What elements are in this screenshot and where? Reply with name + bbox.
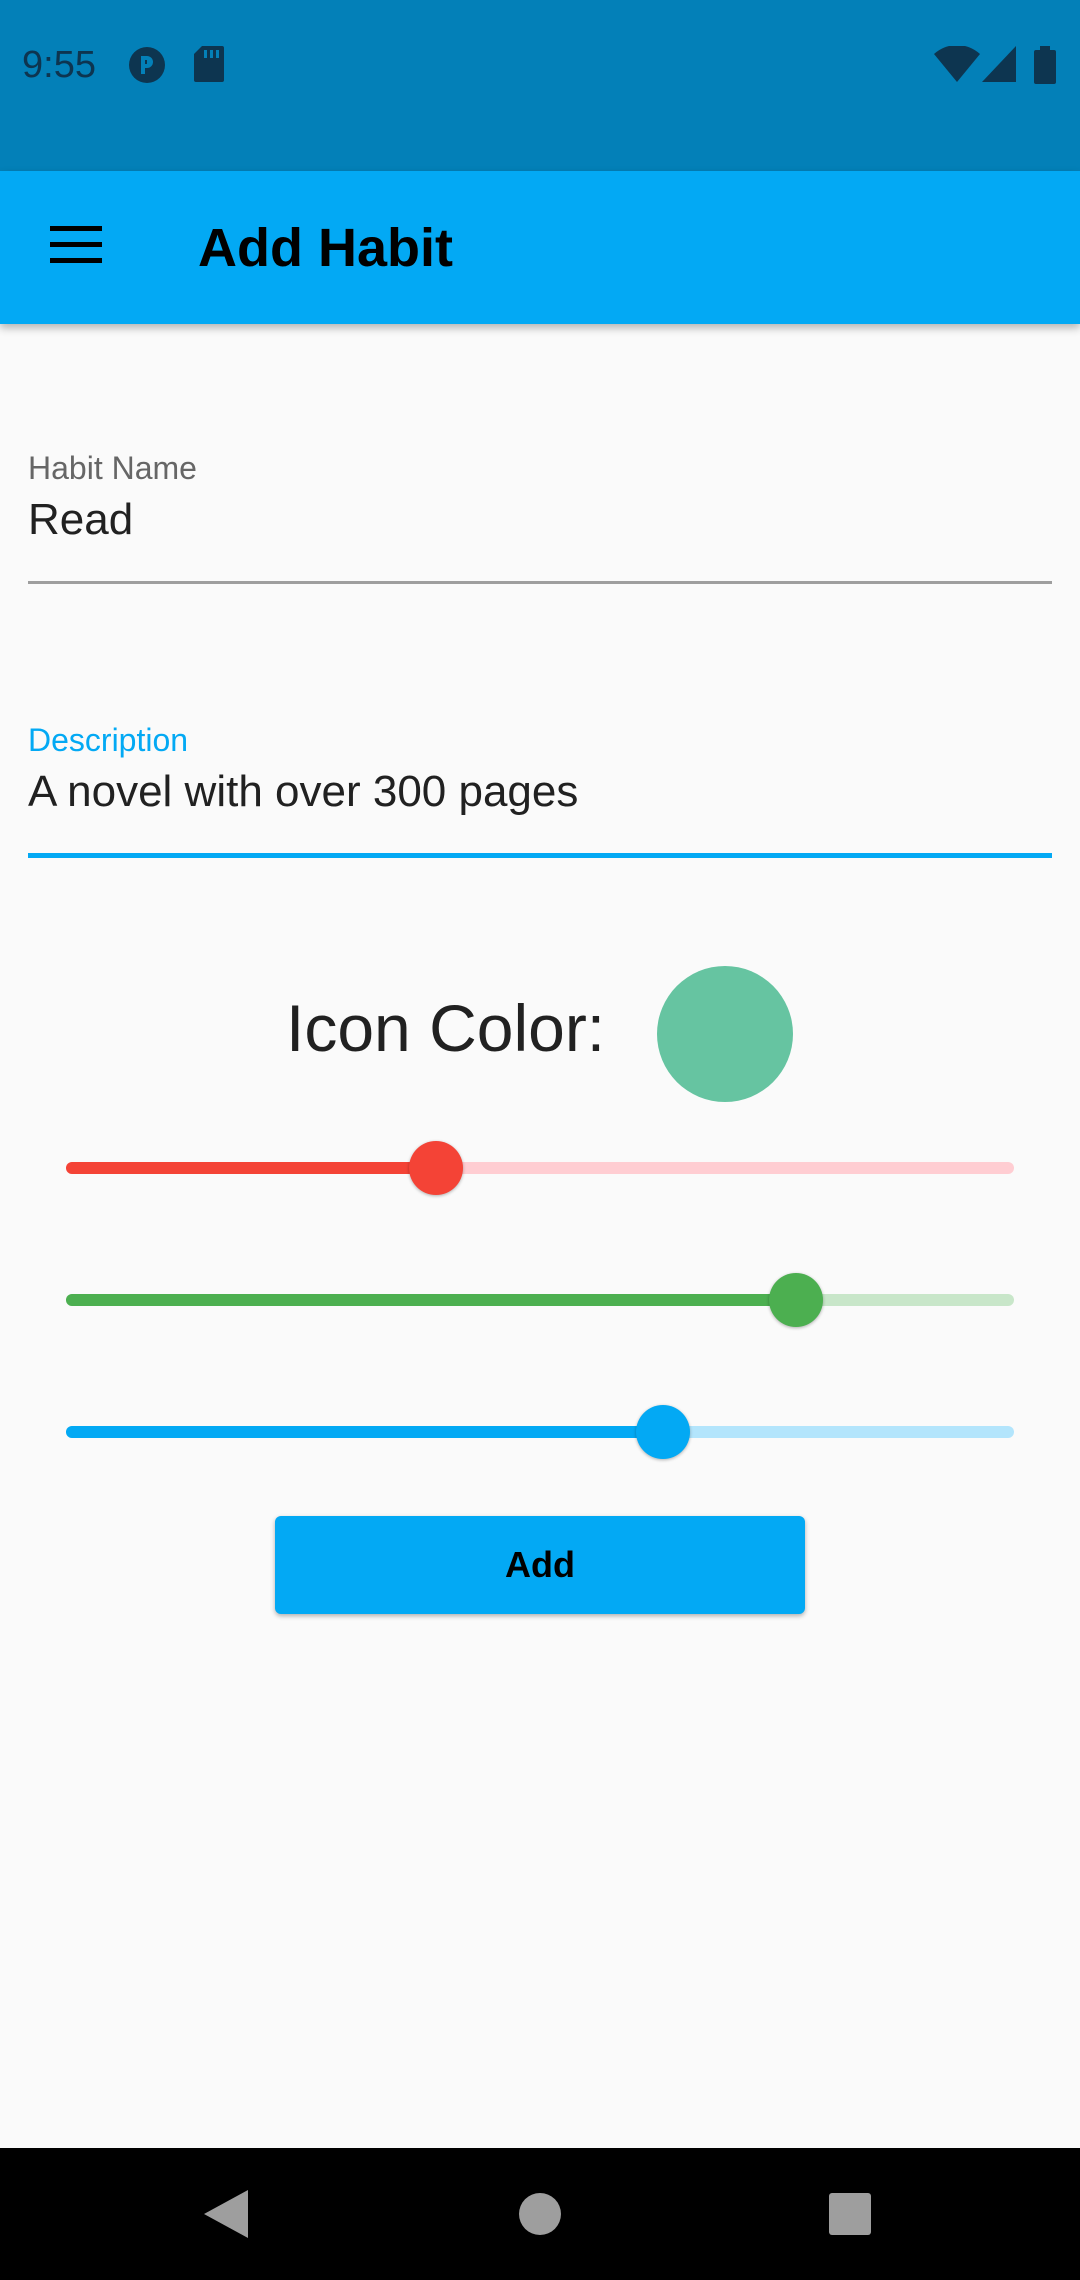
- navigation-bar: [0, 2148, 1080, 2280]
- page-title: Add Habit: [198, 218, 453, 278]
- description-field[interactable]: Description: [28, 722, 1052, 860]
- habit-name-underline: [28, 581, 1052, 584]
- green-slider-fill: [66, 1294, 796, 1306]
- battery-icon: [1034, 46, 1056, 89]
- blue-slider[interactable]: [66, 1402, 1014, 1462]
- recents-icon: [814, 2193, 886, 2254]
- recents-button[interactable]: [814, 2178, 886, 2250]
- blue-slider-thumb[interactable]: [636, 1405, 691, 1459]
- description-input[interactable]: [28, 767, 1052, 817]
- red-slider-thumb[interactable]: [408, 1141, 463, 1195]
- back-icon: [190, 2190, 262, 2254]
- notification-app-icon: [128, 46, 166, 89]
- menu-icon: [50, 225, 102, 269]
- green-slider-thumb[interactable]: [768, 1273, 823, 1327]
- status-bar: 9:55: [0, 0, 1080, 171]
- description-label: Description: [28, 722, 189, 758]
- red-slider-fill: [66, 1162, 436, 1174]
- habit-name-label: Habit Name: [28, 450, 197, 486]
- add-button[interactable]: Add: [275, 1516, 805, 1614]
- sd-card-icon: [194, 46, 224, 87]
- cell-signal-icon: [982, 46, 1016, 87]
- home-button[interactable]: [504, 2178, 576, 2250]
- habit-name-input[interactable]: [28, 495, 1052, 545]
- app-bar: Add Habit: [0, 171, 1080, 324]
- green-slider[interactable]: [66, 1270, 1014, 1330]
- habit-name-field[interactable]: Habit Name: [28, 450, 1052, 586]
- icon-color-label: Icon Color:: [286, 991, 606, 1065]
- wifi-icon: [934, 45, 980, 87]
- icon-color-swatch: [657, 966, 793, 1102]
- red-slider[interactable]: [66, 1138, 1014, 1198]
- description-underline: [28, 853, 1052, 858]
- home-icon: [504, 2193, 576, 2254]
- menu-button[interactable]: [36, 207, 116, 287]
- status-time: 9:55: [22, 44, 96, 86]
- blue-slider-fill: [66, 1426, 664, 1438]
- back-button[interactable]: [190, 2178, 262, 2250]
